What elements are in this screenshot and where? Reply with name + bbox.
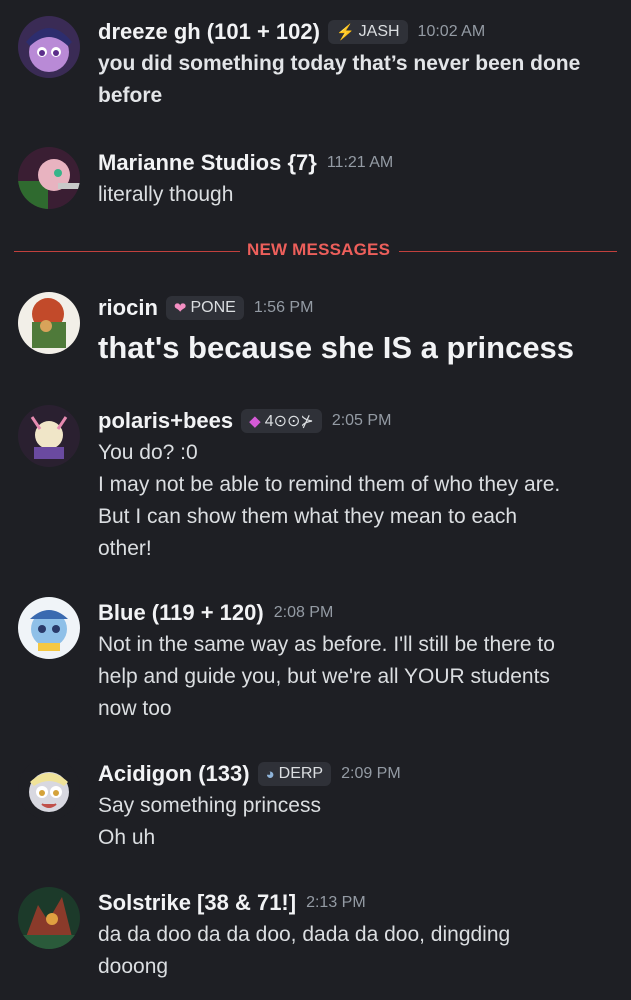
author-name[interactable]: riocin xyxy=(98,295,158,321)
author-name[interactable]: dreeze gh (101 + 102) xyxy=(98,19,320,45)
tag-label: 4⊙⊙⊁ xyxy=(264,413,314,430)
timestamp: 11:21 AM xyxy=(326,154,394,171)
message-line: Oh uh xyxy=(98,826,156,849)
server-tag[interactable]: ⚡ JASH xyxy=(327,20,408,44)
avatar[interactable] xyxy=(18,147,80,209)
server-tag[interactable]: ◕ DERP xyxy=(257,762,332,786)
timestamp: 2:05 PM xyxy=(331,412,392,429)
timestamp: 2:13 PM xyxy=(306,894,366,911)
gem-icon: ◆ xyxy=(249,413,261,430)
avatar[interactable] xyxy=(18,16,80,78)
avatar[interactable] xyxy=(18,292,80,354)
message-line: now too xyxy=(98,697,172,720)
message-line: you did something today that’s never bee… xyxy=(98,52,581,75)
message-line: before xyxy=(98,84,163,107)
message-line: literally though xyxy=(98,183,234,206)
author-name[interactable]: Marianne Studios {7} xyxy=(98,150,317,176)
timestamp: 2:08 PM xyxy=(273,604,334,621)
message-line: help and guide you, but we're all YOUR s… xyxy=(98,665,550,688)
author-name[interactable]: Blue (119 + 120) xyxy=(98,600,264,626)
message-line: But I can show them what they mean to ea… xyxy=(98,505,518,528)
tag-label: DERP xyxy=(278,765,324,782)
message-text: that's because she IS a princess xyxy=(98,326,617,370)
heart-icon: ❤ xyxy=(173,300,187,317)
avatar[interactable] xyxy=(18,887,80,949)
bubble-icon: ◕ xyxy=(265,765,275,783)
message-text: You do? :0 I may not be able to remind t… xyxy=(98,437,617,565)
divider-line xyxy=(14,251,240,252)
message-text: Not in the same way as before. I'll stil… xyxy=(98,629,617,725)
avatar[interactable] xyxy=(18,597,80,659)
message-line: da da doo da da doo, dada da doo, dingdi… xyxy=(98,923,511,946)
divider-line xyxy=(399,251,617,252)
message-text: da da doo da da doo, dada da doo, dingdi… xyxy=(98,919,617,983)
author-name[interactable]: polaris+bees xyxy=(98,408,233,434)
message-text: you did something today that’s never bee… xyxy=(98,48,617,112)
author-name[interactable]: Acidigon (133) xyxy=(98,761,250,787)
message-line: other! xyxy=(98,537,152,560)
message-text: Say something princess Oh uh xyxy=(98,790,617,854)
tag-label: PONE xyxy=(190,299,236,316)
message-line: dooong xyxy=(98,955,169,978)
avatar[interactable] xyxy=(18,405,80,467)
message-text: literally though xyxy=(98,179,617,211)
message-line: Not in the same way as before. I'll stil… xyxy=(98,633,555,656)
message-line: You do? :0 xyxy=(98,441,198,464)
timestamp: 1:56 PM xyxy=(253,299,314,316)
timestamp: 10:02 AM xyxy=(417,23,486,40)
tag-label: JASH xyxy=(358,23,400,40)
new-messages-label: NEW MESSAGES xyxy=(247,240,391,259)
author-name[interactable]: Solstrike [38 & 71!] xyxy=(98,890,296,916)
message-line: that's because she IS a princess xyxy=(98,330,575,365)
timestamp: 2:09 PM xyxy=(341,765,401,782)
server-tag[interactable]: ❤ PONE xyxy=(165,296,244,320)
message-line: I may not be able to remind them of who … xyxy=(98,473,561,496)
message-line: Say something princess xyxy=(98,794,321,817)
lightning-icon: ⚡ xyxy=(335,24,355,41)
server-tag[interactable]: ◆ 4⊙⊙⊁ xyxy=(241,409,322,433)
avatar[interactable] xyxy=(18,758,80,820)
